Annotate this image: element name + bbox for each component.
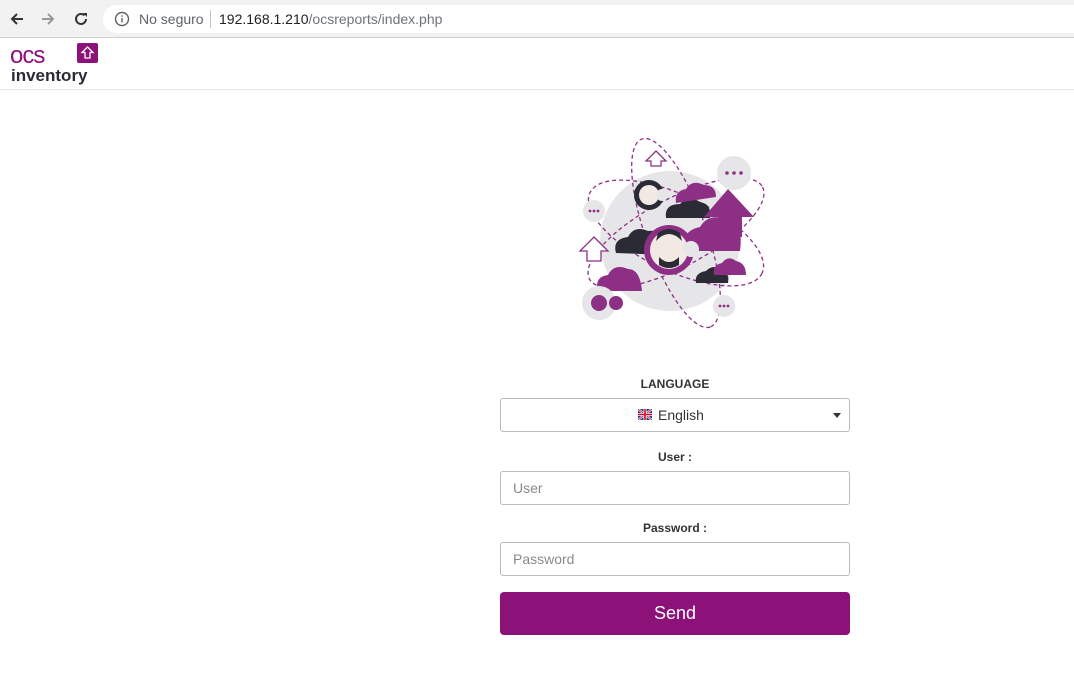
user-input[interactable] <box>500 471 850 505</box>
language-select[interactable]: English <box>500 398 850 432</box>
app-header: ocs inventory <box>0 39 1074 90</box>
back-arrow-icon <box>10 13 23 25</box>
forward-arrow-icon <box>42 13 55 25</box>
address-divider <box>210 10 211 28</box>
svg-text:ocs: ocs <box>10 42 45 69</box>
password-input[interactable] <box>500 542 850 576</box>
url-text[interactable]: 192.168.1.210/ocsreports/index.php <box>219 11 442 27</box>
ocs-inventory-logo[interactable]: ocs inventory <box>10 42 102 86</box>
info-icon[interactable] <box>114 11 130 27</box>
user-label: User : <box>657 450 692 464</box>
browser-toolbar: No seguro 192.168.1.210/ocsreports/index… <box>0 0 1074 38</box>
svg-text:inventory: inventory <box>11 66 88 85</box>
back-button[interactable] <box>5 7 29 31</box>
reload-icon <box>75 12 87 25</box>
send-button[interactable]: Send <box>500 592 850 635</box>
uk-flag-icon <box>638 409 652 420</box>
security-status: No seguro <box>139 11 204 27</box>
url-path: /ocsreports/index.php <box>308 11 443 27</box>
reload-button[interactable] <box>69 7 93 31</box>
url-host: 192.168.1.210 <box>219 11 309 27</box>
password-label: Password : <box>642 521 708 535</box>
address-bar[interactable]: No seguro 192.168.1.210/ocsreports/index… <box>103 5 1074 33</box>
language-label: LANGUAGE <box>640 377 710 391</box>
language-value: English <box>658 407 704 423</box>
ocs-illustration <box>578 137 765 329</box>
forward-button[interactable] <box>36 7 60 31</box>
caret-down-icon <box>833 413 841 418</box>
